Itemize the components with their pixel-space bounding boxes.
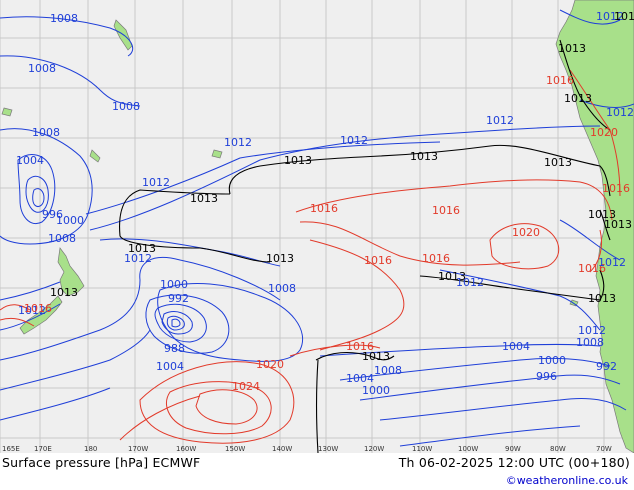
isobar-label: 1013 xyxy=(190,192,218,205)
isobar-label: 996 xyxy=(42,208,63,221)
lon-tick: 130W xyxy=(318,445,338,453)
isobar-label: 1008 xyxy=(48,232,76,245)
lon-tick: 90W xyxy=(505,445,521,453)
isobar-label: 1013 xyxy=(614,10,634,23)
lon-tick: 170E xyxy=(34,445,52,453)
lon-tick: 170W xyxy=(128,445,148,453)
isobar-label: 1012 xyxy=(578,324,606,337)
isobar-label: 992 xyxy=(168,292,189,305)
isobar-label: 1012 xyxy=(224,136,252,149)
isobar-label: 1012 xyxy=(456,276,484,289)
isobar-label: 1008 xyxy=(112,100,140,113)
lon-tick: 70W xyxy=(596,445,612,453)
isobar-label: 1000 xyxy=(160,278,188,291)
isobar-label: 1004 xyxy=(502,340,530,353)
map-title: Surface pressure [hPa] ECMWF xyxy=(2,455,201,470)
isobar-label: 1004 xyxy=(16,154,44,167)
isobar-label: 1000 xyxy=(538,354,566,367)
isobar-label: 1013 xyxy=(564,92,592,105)
isobar-label: 988 xyxy=(164,342,185,355)
isobar-label: 1008 xyxy=(50,12,78,25)
valid-time: Th 06-02-2025 12:00 UTC (00+180) xyxy=(398,455,630,470)
lon-tick: 80W xyxy=(550,445,566,453)
isobar-label: 1012 xyxy=(606,106,634,119)
isobar-label: 1008 xyxy=(32,126,60,139)
isobar-label: 1016 xyxy=(546,74,574,87)
credit-link[interactable]: ©weatheronline.co.uk xyxy=(506,474,628,487)
isobar-label: 1016 xyxy=(422,252,450,265)
isobar-label: 1013 xyxy=(544,156,572,169)
isobar-label: 1016 xyxy=(602,182,630,195)
lon-tick: 140W xyxy=(272,445,292,453)
isobar-label: 1020 xyxy=(590,126,618,139)
isobar-label: 1016 xyxy=(310,202,338,215)
isobar-label: 1016 xyxy=(24,302,52,315)
isobar-label: 1012 xyxy=(340,134,368,147)
lon-tick: 110W xyxy=(412,445,432,453)
lon-tick: 180 xyxy=(84,445,97,453)
isobar-label: 1016 xyxy=(364,254,392,267)
isobar-label: 1013 xyxy=(266,252,294,265)
isobar-label: 1013 xyxy=(362,350,390,363)
isobar-label: 1012 xyxy=(486,114,514,127)
isobar-label: 1008 xyxy=(268,282,296,295)
isobar-label: 1000 xyxy=(362,384,390,397)
lon-tick: 100W xyxy=(458,445,478,453)
isobar-label: 1008 xyxy=(576,336,604,349)
isobar-label: 1024 xyxy=(232,380,260,393)
isobar-label: 1013 xyxy=(558,42,586,55)
isobar-label: 1013 xyxy=(588,292,616,305)
isobar-label: 1004 xyxy=(156,360,184,373)
lon-tick: 150W xyxy=(225,445,245,453)
isobar-label: 1013 xyxy=(128,242,156,255)
lon-tick: 160W xyxy=(176,445,196,453)
isobar-label: 1013 xyxy=(284,154,312,167)
pressure-map: 1008 1008 1008 1008 1004 1000 996 1008 1… xyxy=(0,0,634,454)
isobar-label: 1020 xyxy=(512,226,540,239)
isobar-label: 1013 xyxy=(410,150,438,163)
lon-tick: 165E xyxy=(2,445,20,453)
isobar-label: 1013 xyxy=(604,218,632,231)
isobar-label: 1013 xyxy=(50,286,78,299)
isobar-label: 1012 xyxy=(598,256,626,269)
isobar-label: 1008 xyxy=(374,364,402,377)
lon-tick: 120W xyxy=(364,445,384,453)
isobar-label: 996 xyxy=(536,370,557,383)
isobar-label: 1020 xyxy=(256,358,284,371)
isobar-label: 1008 xyxy=(28,62,56,75)
isobar-label: 1012 xyxy=(142,176,170,189)
isobar-label: 992 xyxy=(596,360,617,373)
isobar-label: 1016 xyxy=(432,204,460,217)
